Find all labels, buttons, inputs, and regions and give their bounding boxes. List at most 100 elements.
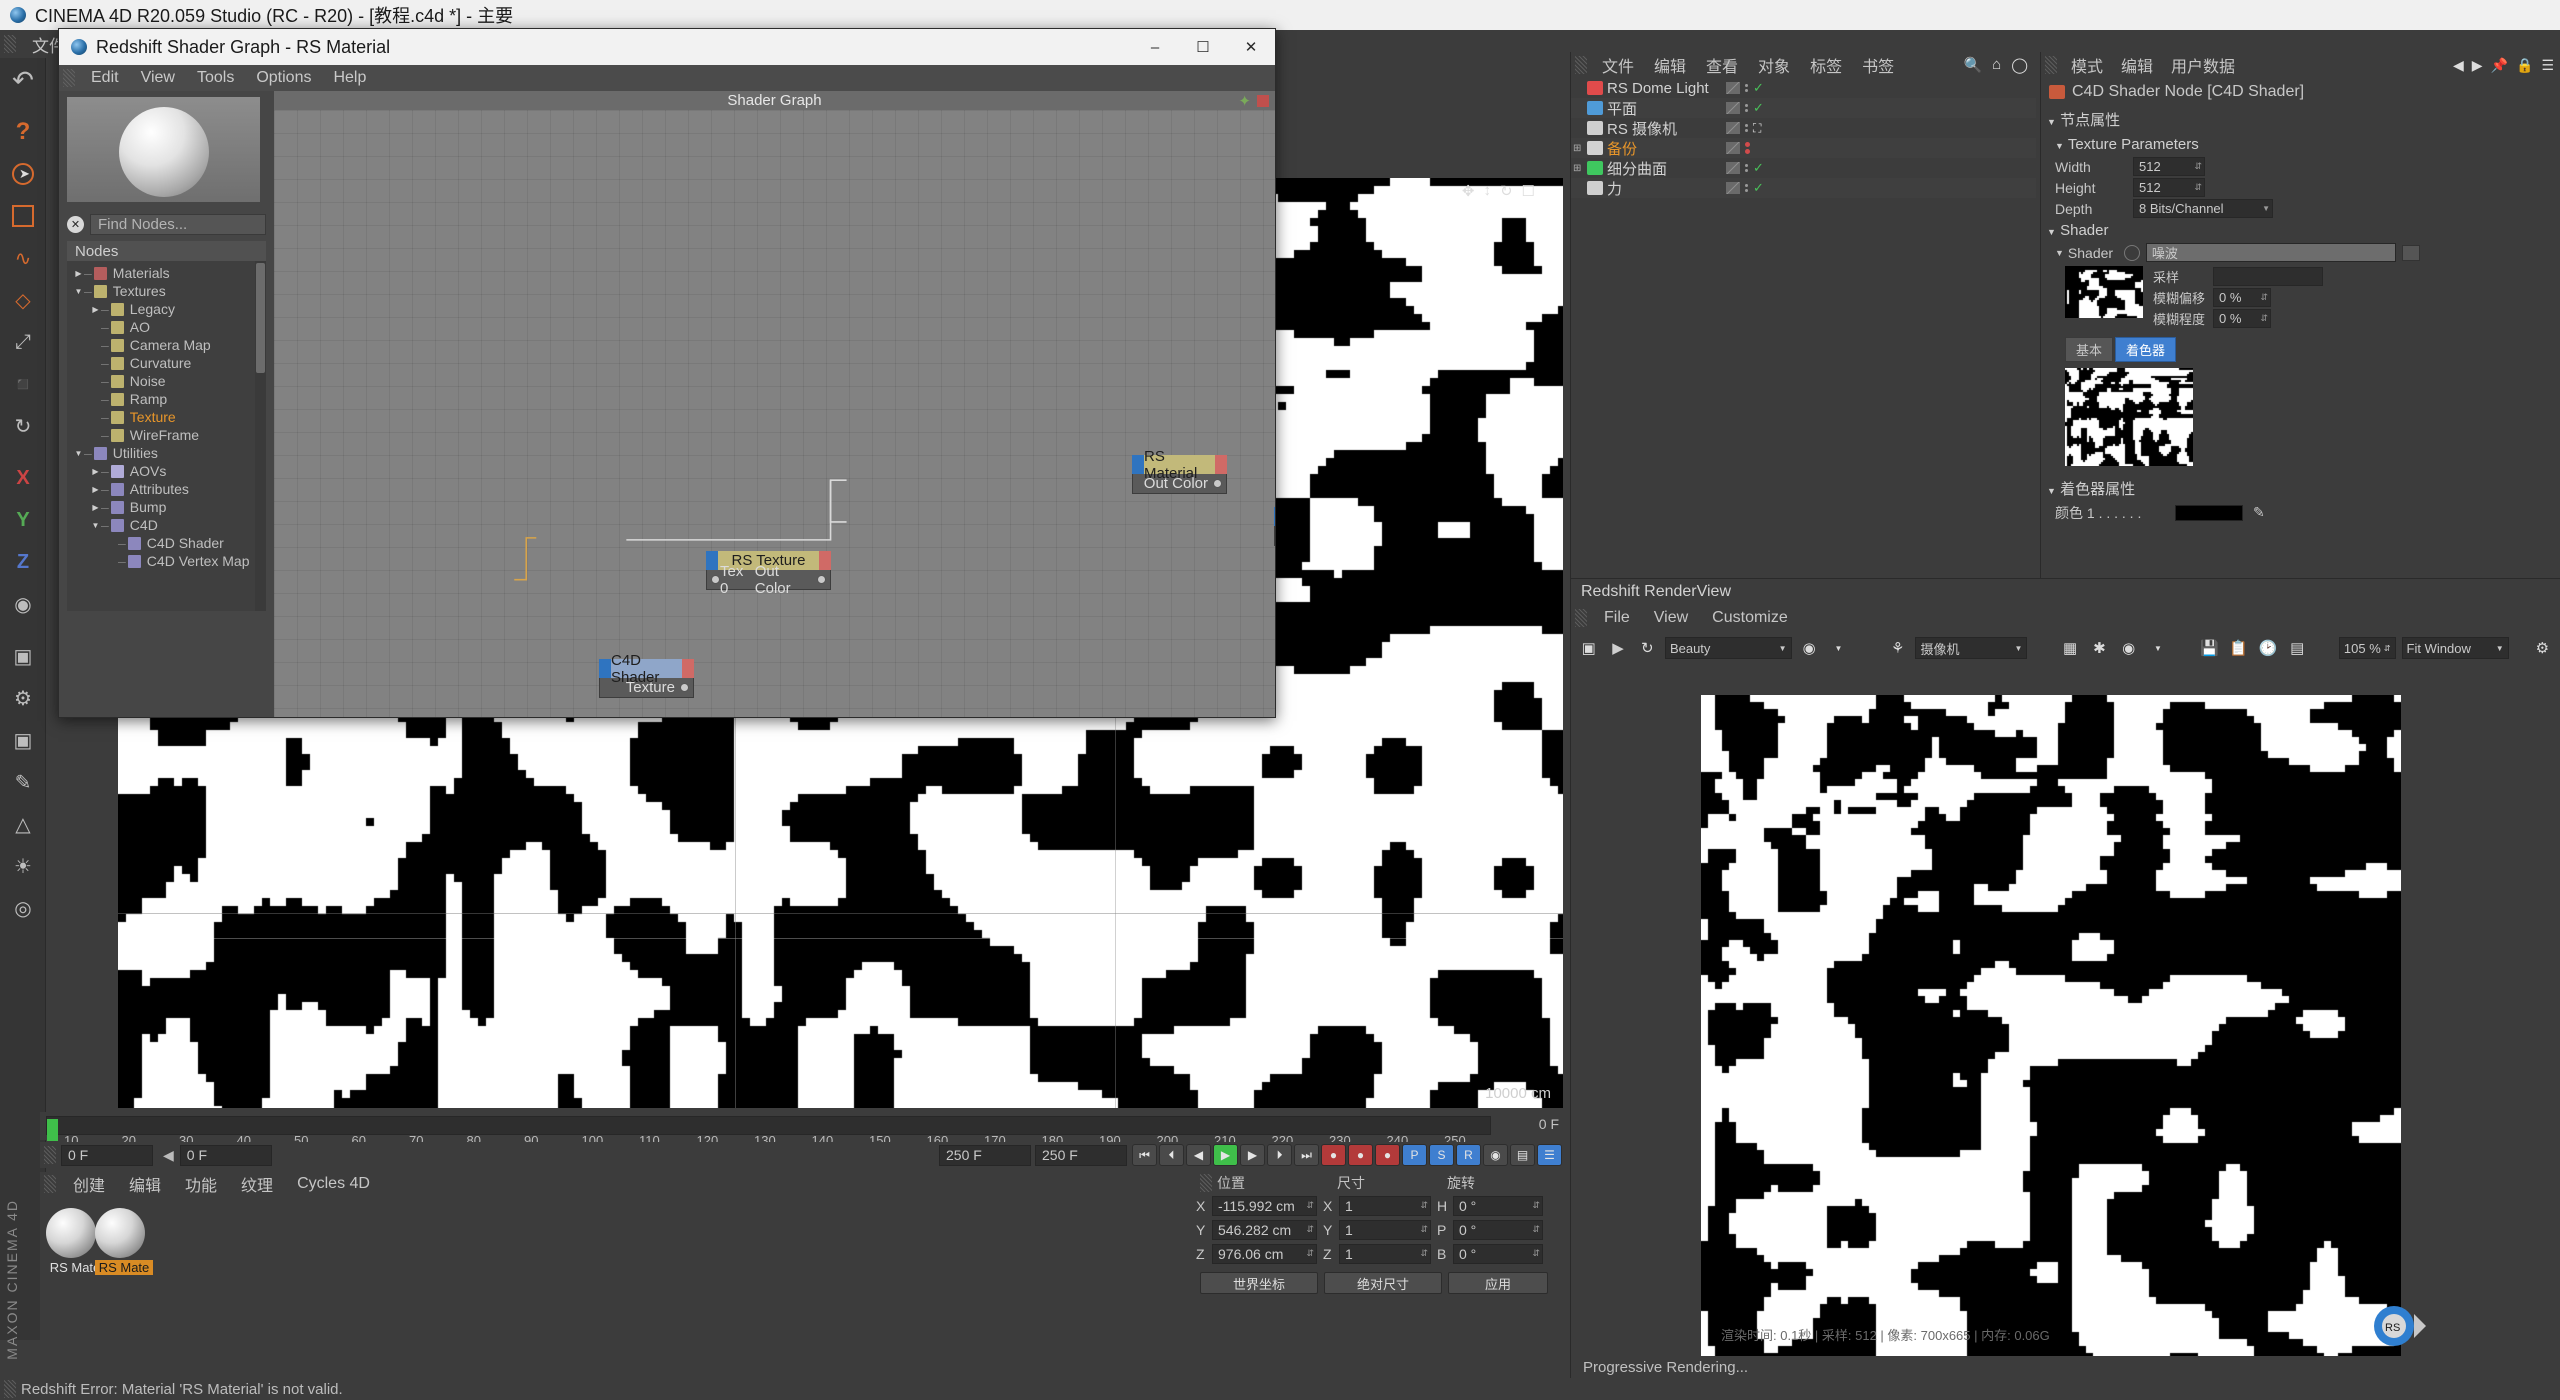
- transport-bar[interactable]: 0 F ◀ 0 F 250 F 250 F ⏮ ⏴ ◀ ▶ ▶ ⏵ ⏭ ● ● …: [40, 1142, 1563, 1168]
- object-visibility-dots[interactable]: [1745, 164, 1748, 172]
- position-spinner-icon[interactable]: ⇵: [1306, 1200, 1314, 1211]
- rv-render-mode-select[interactable]: Beauty ▼: [1665, 637, 1792, 659]
- attr-tab-basic[interactable]: 基本: [2065, 337, 2113, 362]
- coord-size-mode-select[interactable]: 绝对尺寸: [1324, 1272, 1442, 1294]
- object-row[interactable]: RS Dome Light✓: [1571, 78, 2036, 98]
- coord-position-field[interactable]: 976.06 cm⇵: [1212, 1244, 1317, 1264]
- object-visibility-dots[interactable]: [1745, 142, 1750, 154]
- attr-back-icon[interactable]: ◀: [2453, 57, 2464, 74]
- coord-apply-button[interactable]: 应用: [1448, 1272, 1548, 1294]
- attr-field-height[interactable]: 512 ⇵: [2133, 178, 2205, 197]
- rv-refresh-icon[interactable]: ↻: [1636, 636, 1659, 660]
- material-manager-menubar[interactable]: 创建 编辑 功能 纹理 Cycles 4D: [40, 1172, 1190, 1196]
- node-header[interactable]: RS Material: [1132, 455, 1227, 474]
- node-tree-item-curvature[interactable]: –Curvature: [67, 354, 266, 372]
- attr-row-blur-offset[interactable]: 模糊偏移 0 % ⇵: [2153, 287, 2323, 308]
- render-view-icon[interactable]: ▣: [1, 636, 45, 676]
- attribute-menubar-grip-icon[interactable]: [2045, 56, 2057, 74]
- shader-graph-title-bar[interactable]: Redshift Shader Graph - RS Material – ☐ …: [59, 29, 1275, 65]
- attr-menu-icon[interactable]: ☰: [2541, 57, 2554, 74]
- object-row[interactable]: ⊞细分曲面✓: [1571, 158, 2036, 178]
- tree-chevron-right-icon[interactable]: ▶: [90, 305, 101, 314]
- coord-position-field[interactable]: 546.282 cm⇵: [1212, 1220, 1317, 1240]
- coordinates-rows[interactable]: X-115.992 cm⇵X1⇵H0 °⇵Y546.282 cm⇵Y1⇵P0 °…: [1196, 1194, 1563, 1265]
- rv-grid-icon[interactable]: ▦: [2058, 636, 2081, 660]
- scale-tool-icon[interactable]: ◾: [1, 364, 45, 404]
- step-back-button[interactable]: ◀: [1186, 1144, 1211, 1166]
- coordinates-grip-icon[interactable]: [1200, 1174, 1212, 1192]
- shader-graph-window[interactable]: Redshift Shader Graph - RS Material – ☐ …: [58, 28, 1276, 718]
- material-preview-sphere[interactable]: [95, 1208, 145, 1258]
- attr-lock-icon[interactable]: 🔒: [2516, 57, 2533, 74]
- attribute-manager-menubar[interactable]: 模式 编辑 用户数据 ◀ ▶ 📌 🔒 ☰: [2041, 52, 2560, 78]
- viewport-nav-icons[interactable]: ✥ ↕ ↻ ☐: [1462, 182, 1535, 200]
- camera-chevron-down-icon[interactable]: ▼: [2015, 644, 2023, 653]
- frame-end-field-a[interactable]: 250 F: [939, 1145, 1031, 1166]
- rv-fit-select[interactable]: Fit Window ▼: [2402, 637, 2509, 659]
- coord-rotation-field[interactable]: 0 °⇵: [1453, 1196, 1543, 1216]
- goto-start-button[interactable]: ⏮: [1132, 1144, 1157, 1166]
- rv-save-icon[interactable]: 💾: [2198, 636, 2221, 660]
- node-tree-item-wireframe[interactable]: –WireFrame: [67, 426, 266, 444]
- mat-menu-texture[interactable]: 纹理: [229, 1172, 285, 1196]
- node-output-cap[interactable]: [682, 659, 694, 678]
- attr-field-blur-scale[interactable]: 0 % ⇵: [2213, 309, 2271, 328]
- rv-compare-icon[interactable]: ▤: [2286, 636, 2309, 660]
- coord-rotation-field[interactable]: 0 °⇵: [1453, 1220, 1543, 1240]
- attr-pin-icon[interactable]: 📌: [2491, 57, 2508, 74]
- find-nodes-input[interactable]: Find Nodes...: [90, 214, 266, 235]
- shader-graph-grip-icon[interactable]: [63, 69, 75, 87]
- nodes-tree[interactable]: ▶–Materials▼–Textures▶–Legacy–AO–Camera …: [67, 261, 266, 611]
- attr-row-blur-scale[interactable]: 模糊程度 0 % ⇵: [2153, 308, 2323, 329]
- object-manager[interactable]: 文件 编辑 查看 对象 标签 书签 🔍 ⌂ ◯ RS Dome Light✓平面…: [1570, 52, 2036, 578]
- section-collapse-icon[interactable]: ▼: [2047, 117, 2056, 127]
- graph-grid-icon[interactable]: ✦: [1238, 92, 1251, 110]
- node-tree-item-ramp[interactable]: –Ramp: [67, 390, 266, 408]
- shader-channel-icon[interactable]: [2124, 245, 2140, 261]
- sg-menu-options[interactable]: Options: [245, 69, 322, 87]
- size-spinner-icon[interactable]: ⇵: [1420, 1224, 1428, 1235]
- node-tree-item-utilities[interactable]: ▼–Utilities: [67, 444, 266, 462]
- axis-y-icon[interactable]: Y: [1, 500, 45, 540]
- rv-history-icon[interactable]: 🕑: [2256, 636, 2279, 660]
- clear-search-icon[interactable]: ✕: [67, 216, 84, 233]
- rv-zoom-field[interactable]: 105 % ⇵: [2339, 637, 2396, 659]
- node-tree-item-textures[interactable]: ▼–Textures: [67, 282, 266, 300]
- attr-section-shader-props[interactable]: ▼ 着色器属性: [2041, 475, 2560, 502]
- rv-menu-view[interactable]: View: [1642, 609, 1700, 627]
- rv-snapshot-icon[interactable]: ✱: [2088, 636, 2111, 660]
- viewport-pan-icon[interactable]: ✥: [1462, 182, 1475, 200]
- menubar-grip-icon[interactable]: [4, 35, 16, 53]
- fit-chevron-down-icon[interactable]: ▼: [2496, 644, 2504, 653]
- coordinates-manager[interactable]: 位置 尺寸 旋转 X-115.992 cm⇵X1⇵H0 °⇵Y546.282 c…: [1196, 1172, 1563, 1362]
- rv-lock-icon[interactable]: ⚘: [1886, 636, 1909, 660]
- render-view-window[interactable]: Redshift RenderView File View Customize …: [1570, 578, 2560, 1378]
- blur-scale-spinner-icon[interactable]: ⇵: [2260, 313, 2268, 324]
- frame-icon[interactable]: ⛶: [1753, 121, 1761, 136]
- material-preview-sphere[interactable]: [46, 1208, 96, 1258]
- sg-menu-edit[interactable]: Edit: [80, 69, 130, 87]
- rv-settings-icon[interactable]: ⚙: [2531, 636, 2554, 660]
- node-tree-item-camera-map[interactable]: –Camera Map: [67, 336, 266, 354]
- node-header[interactable]: C4D Shader: [599, 659, 694, 678]
- shader-menu-icon[interactable]: [2402, 245, 2420, 261]
- step-forward-button[interactable]: ▶: [1240, 1144, 1265, 1166]
- size-spinner-icon[interactable]: ⇵: [1420, 1248, 1428, 1259]
- rv-copy-icon[interactable]: 📋: [2227, 636, 2250, 660]
- object-filter-icon[interactable]: ◯: [2011, 56, 2028, 74]
- object-list[interactable]: RS Dome Light✓平面✓RS 摄像机⛶⊞备份⊞细分曲面✓力✓: [1571, 78, 2036, 198]
- find-nodes-row[interactable]: ✕ Find Nodes...: [67, 214, 266, 235]
- object-layer-swatch[interactable]: [1726, 122, 1740, 134]
- coordinate-row[interactable]: X-115.992 cm⇵X1⇵H0 °⇵: [1196, 1194, 1563, 1217]
- attr-section-texture-params[interactable]: ▼ Texture Parameters: [2041, 133, 2560, 156]
- object-visibility-dots[interactable]: [1745, 104, 1748, 112]
- attr-forward-icon[interactable]: ▶: [2472, 57, 2483, 74]
- object-row[interactable]: 力✓: [1571, 178, 2036, 198]
- rv-circle-chevron-icon[interactable]: ▼: [2146, 636, 2169, 660]
- nodes-tree-scrollbar[interactable]: [255, 261, 266, 611]
- mat-menu-edit[interactable]: 编辑: [117, 1172, 173, 1196]
- attr-field-width[interactable]: 512 ⇵: [2133, 157, 2205, 176]
- node-ports[interactable]: Surface: [1274, 526, 1275, 546]
- graph-close-icon[interactable]: [1257, 95, 1269, 107]
- graph-node-rs-material[interactable]: RS MaterialOut Color: [1132, 455, 1227, 494]
